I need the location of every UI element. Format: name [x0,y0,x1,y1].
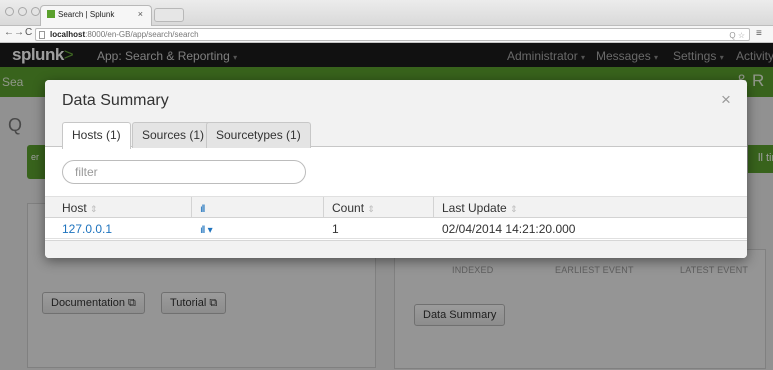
browser-menu-icon[interactable]: ≡ [756,28,762,39]
back-arrow-icon[interactable]: ← [4,27,14,38]
browser-tab[interactable]: Search | Splunk × [40,5,152,26]
new-tab-button[interactable] [154,8,184,22]
tab-hosts[interactable]: Hosts (1) [62,122,131,149]
window-controls [5,7,40,16]
table-header: Host ⇕ ıll Count ⇕ Last Update ⇕ [45,196,747,218]
host-link[interactable]: 127.0.0.1 [62,222,112,236]
forward-arrow-icon[interactable]: → [14,27,24,38]
column-last-update[interactable]: Last Update ⇕ [433,197,747,218]
sort-icon: ⇕ [90,204,98,214]
url-path: :8000/en-GB/app/search/search [85,30,199,39]
sort-icon: ⇕ [367,204,375,214]
tab-sources[interactable]: Sources (1) [132,122,215,148]
url-host: localhost [50,30,86,39]
tab-sourcetypes[interactable]: Sourcetypes (1) [206,122,311,148]
page-icon [39,31,45,39]
minimize-window-button[interactable] [18,7,27,16]
data-summary-modal: Data Summary × Hosts (1) Sources (1) Sou… [45,80,747,258]
column-host[interactable]: Host ⇕ [62,197,98,218]
modal-tabs: Hosts (1) Sources (1) Sourcetypes (1) [45,121,747,149]
count-value: 1 [332,222,339,236]
modal-header: Data Summary × [45,80,747,121]
close-icon[interactable]: × [721,90,731,110]
browser-title-bar: Search | Splunk × [0,0,773,26]
filter-input[interactable]: filter [62,160,306,184]
tab-close-icon[interactable]: × [138,9,143,19]
sparkline-menu[interactable]: ıll ▾ [200,222,213,236]
modal-footer [45,240,747,258]
table-row: 127.0.0.1 ıll ▾ 1 02/04/2014 14:21:20.00… [45,218,747,239]
chevron-down-icon: ▾ [207,225,213,236]
bar-chart-icon: ıll [200,225,205,236]
sort-icon: ⇕ [510,204,518,214]
bar-chart-icon: ıll [200,204,205,215]
bookmark-star-icon[interactable]: Q ☆ [729,30,745,41]
splunk-favicon-icon [47,10,55,18]
last-update-value: 02/04/2014 14:21:20.000 [442,222,576,236]
reload-icon[interactable]: C [25,27,32,38]
column-count[interactable]: Count ⇕ [323,197,433,218]
browser-toolbar: ← → C localhost:8000/en-GB/app/search/se… [0,26,773,43]
zoom-window-button[interactable] [31,7,40,16]
browser-tab-title: Search | Splunk [58,10,115,19]
address-bar[interactable]: localhost:8000/en-GB/app/search/search Q… [35,28,750,41]
close-window-button[interactable] [5,7,14,16]
column-sparkline: ıll [191,197,323,218]
modal-title: Data Summary [62,92,169,109]
